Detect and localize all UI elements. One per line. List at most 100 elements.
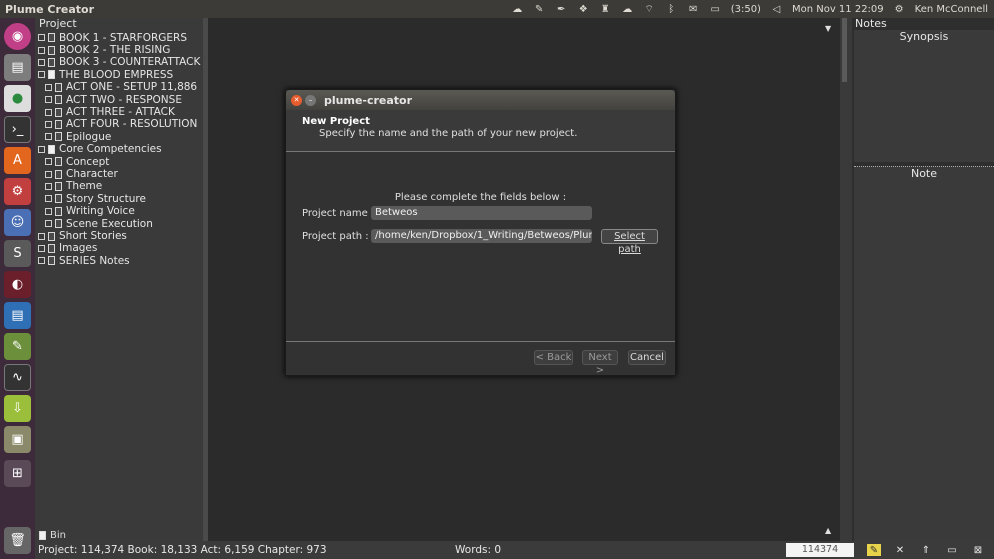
expand-icon[interactable]: [45, 182, 52, 190]
window-icon[interactable]: ▭: [945, 544, 959, 556]
tree-item[interactable]: Core Competencies: [38, 143, 162, 155]
expand-icon[interactable]: [38, 244, 45, 252]
battery-icon[interactable]: ▭: [709, 3, 722, 15]
next-button[interactable]: Next >: [582, 350, 618, 376]
expand-icon[interactable]: [45, 133, 52, 141]
note-text[interactable]: [854, 180, 994, 541]
cancel-button[interactable]: Cancel: [628, 350, 666, 365]
status-bar: Project: 114,374 Book: 18,133 Act: 6,159…: [35, 541, 994, 559]
select-path-button[interactable]: Select path: [601, 229, 658, 255]
expand-icon[interactable]: [38, 46, 45, 54]
pen-icon[interactable]: ✒: [555, 3, 568, 15]
expand-icon[interactable]: [38, 71, 45, 79]
bin-item[interactable]: Bin: [39, 529, 66, 541]
tree-item[interactable]: Short Stories: [38, 230, 127, 242]
dropbox-icon[interactable]: ❖: [577, 3, 590, 15]
tree-item[interactable]: BOOK 3 - COUNTERATTACK: [38, 56, 200, 68]
notes-panel: Notes Synopsis Note: [852, 18, 994, 541]
scroll-up-icon[interactable]: ▲: [825, 526, 831, 535]
trash-icon[interactable]: 🗑: [4, 527, 31, 554]
back-button[interactable]: < Back: [534, 350, 573, 365]
expand-icon[interactable]: [45, 220, 52, 228]
expand-icon[interactable]: [38, 58, 45, 66]
document-icon: [48, 70, 55, 80]
minimize-icon[interactable]: –: [305, 94, 316, 106]
expand-icon[interactable]: [45, 96, 52, 104]
chrome-icon[interactable]: ●: [4, 85, 31, 112]
synopsis-text[interactable]: [854, 44, 994, 162]
software-center-icon[interactable]: A: [4, 147, 31, 174]
tree-item[interactable]: Concept: [45, 156, 109, 168]
tree-item[interactable]: Writing Voice: [45, 205, 135, 217]
install-icon[interactable]: ⇩: [4, 395, 31, 422]
workspaces-icon[interactable]: ⊞: [4, 460, 31, 487]
tree-item-label: Images: [59, 242, 98, 255]
tree-item[interactable]: ACT ONE - SETUP 11,886: [45, 81, 197, 93]
close-icon[interactable]: ✕: [291, 94, 302, 106]
mail-icon[interactable]: ✉: [687, 3, 700, 15]
project-name-input[interactable]: Betweos: [371, 206, 592, 220]
plume-icon[interactable]: ✎: [4, 333, 31, 360]
sublime-icon[interactable]: S: [4, 240, 31, 267]
expand-icon[interactable]: [45, 120, 52, 128]
tree-item[interactable]: BOOK 2 - THE RISING: [38, 44, 170, 56]
tree-item[interactable]: Images: [38, 242, 97, 254]
tree-item[interactable]: SERIES Notes: [38, 255, 130, 267]
tree-item-label: ACT FOUR - RESOLUTION: [66, 118, 198, 131]
settings-icon[interactable]: ⚙: [4, 178, 31, 205]
app-icon-2[interactable]: ◐: [4, 271, 31, 298]
expand-icon[interactable]: [45, 195, 52, 203]
tree-item[interactable]: ACT FOUR - RESOLUTION: [45, 118, 197, 130]
tree-item[interactable]: Scene Execution: [45, 218, 153, 230]
expand-icon[interactable]: [45, 170, 52, 178]
expand-icon[interactable]: [38, 145, 45, 153]
expand-icon[interactable]: [38, 257, 45, 265]
expand-icon[interactable]: [45, 207, 52, 215]
project-path-input[interactable]: /home/ken/Dropbox/1_Writing/Betweos/Plum…: [371, 229, 592, 243]
tree-item[interactable]: BOOK 1 - STARFORGERS: [38, 32, 187, 44]
expand-icon[interactable]: [38, 232, 45, 240]
tree-item[interactable]: THE BLOOD EMPRESS: [38, 69, 173, 81]
gamepad-icon[interactable]: ♜: [599, 3, 612, 15]
dash-icon[interactable]: ◉: [4, 23, 31, 50]
expand-icon[interactable]: [45, 158, 52, 166]
app-icon-3[interactable]: ▣: [4, 426, 31, 453]
tools-icon[interactable]: ✕: [893, 544, 907, 556]
expand-icon[interactable]: [45, 108, 52, 116]
tree-item-label: BOOK 1 - STARFORGERS: [59, 31, 187, 44]
scroll-down-icon[interactable]: ▼: [825, 24, 831, 33]
system-monitor-icon[interactable]: ∿: [4, 364, 31, 391]
pencil-icon[interactable]: ✎: [867, 544, 881, 556]
battery-time[interactable]: (3:50): [731, 4, 761, 15]
tree-item[interactable]: Theme: [45, 180, 102, 192]
notes-splitter[interactable]: [840, 18, 852, 541]
volume-icon[interactable]: ◁: [770, 3, 783, 15]
expand-icon[interactable]: [38, 34, 45, 42]
tree-item[interactable]: Story Structure: [45, 193, 146, 205]
tree-item[interactable]: Character: [45, 168, 118, 180]
splitter-grip[interactable]: [842, 18, 847, 82]
tree-item[interactable]: Epilogue: [45, 131, 111, 143]
cloud-icon[interactable]: ☁: [621, 3, 634, 15]
tree-item-label: ACT ONE - SETUP 11,886: [66, 81, 198, 94]
edit-icon[interactable]: ✎: [533, 3, 546, 15]
user-name[interactable]: Ken McConnell: [915, 4, 988, 15]
fullscreen-icon[interactable]: ⊠: [971, 544, 985, 556]
expand-icon[interactable]: [45, 83, 52, 91]
bluetooth-icon[interactable]: ᛒ: [665, 3, 678, 15]
document-icon: [55, 95, 62, 105]
tree-item[interactable]: ACT TWO - RESPONSE: [45, 94, 182, 106]
terminal-icon[interactable]: ›_: [4, 116, 31, 143]
cloud-sync-icon[interactable]: ☁: [511, 3, 524, 15]
project-panel-header: Project: [39, 17, 77, 30]
pin-icon[interactable]: ⇑: [919, 544, 933, 556]
document-icon: [55, 107, 62, 117]
files-icon[interactable]: ▤: [4, 54, 31, 81]
wifi-icon[interactable]: ⌔: [643, 3, 656, 15]
app-icon[interactable]: ☺: [4, 209, 31, 236]
clock[interactable]: Mon Nov 11 22:09: [792, 4, 884, 15]
gear-icon[interactable]: ⚙: [893, 3, 906, 15]
tree-item[interactable]: ACT THREE - ATTACK: [45, 106, 175, 118]
editor-scrollbar[interactable]: ▼ ▲: [820, 18, 840, 541]
writer-icon[interactable]: ▤: [4, 302, 31, 329]
